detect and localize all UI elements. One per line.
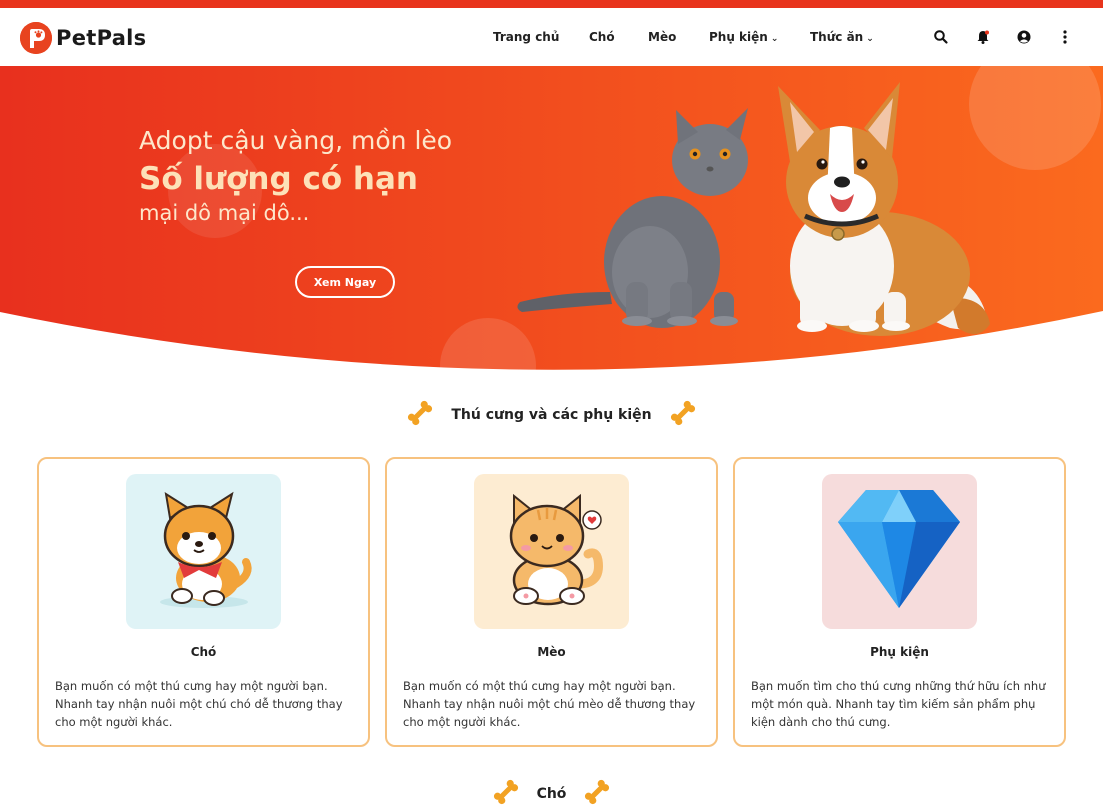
section-title-dogs: Chó	[0, 777, 1103, 810]
section-title-categories: Thú cưng và các phụ kiện	[0, 398, 1103, 432]
nav-item-accessories[interactable]: Phụ kiện ⌄	[709, 30, 778, 44]
nav-item-cats[interactable]: Mèo	[648, 30, 676, 44]
hero-tagline: mại dô mại dô...	[139, 201, 310, 225]
card-title: Phụ kiện	[870, 645, 929, 659]
nav-item-label: Phụ kiện	[709, 30, 768, 44]
card-description: Bạn muốn tìm cho thú cưng những thứ hữu …	[751, 679, 1046, 729]
section-title-text: Chó	[536, 786, 567, 802]
category-card-dogs[interactable]: Chó Bạn muốn có một thú cưng hay một ngư…	[37, 457, 370, 747]
nav-item-home[interactable]: Trang chủ	[493, 30, 559, 44]
bell-icon[interactable]	[975, 29, 991, 45]
diamond-illustration	[822, 474, 977, 629]
hero-background	[0, 66, 1103, 386]
nav-item-label: Mèo	[648, 30, 677, 44]
hero-text: Adopt cậu vàng, mồn lèo Số lượng có hạn …	[139, 126, 452, 225]
search-icon[interactable]	[933, 29, 949, 45]
nav-item-food[interactable]: Thức ăn ⌄	[810, 30, 874, 44]
chevron-down-icon: ⌄	[866, 34, 874, 44]
chevron-down-icon: ⌄	[770, 34, 779, 44]
nav-item-label: Chó	[589, 30, 615, 44]
top-accent-strip	[0, 0, 1103, 8]
view-now-button[interactable]: Xem Ngay	[295, 266, 395, 298]
logo[interactable]: PetPals	[20, 22, 146, 54]
nav-item-label: Thức ăn	[810, 30, 864, 44]
bone-icon	[582, 777, 612, 810]
bone-icon	[668, 398, 698, 432]
brand-name: PetPals	[56, 26, 147, 50]
user-icon[interactable]	[1016, 29, 1032, 45]
card-title: Mèo	[537, 645, 566, 659]
card-title: Chó	[190, 645, 217, 659]
bone-icon	[405, 398, 435, 432]
hero-title: Số lượng có hạn	[139, 161, 418, 197]
dog-illustration	[126, 474, 281, 629]
section-title-text: Thú cưng và các phụ kiện	[451, 407, 652, 423]
card-description: Bạn muốn có một thú cưng hay một người b…	[55, 679, 343, 729]
cat-illustration	[474, 474, 629, 629]
more-vertical-icon[interactable]	[1057, 29, 1073, 45]
header: PetPals Trang chủ Chó Mèo Phụ kiện ⌄ Thức…	[0, 8, 1103, 66]
category-card-accessories[interactable]: Phụ kiện Bạn muốn tìm cho thú cưng những…	[733, 457, 1066, 747]
paw-logo-icon	[20, 22, 52, 54]
nav-item-label: Trang chủ	[493, 30, 560, 44]
category-card-cats[interactable]: Mèo Bạn muốn có một thú cưng hay một ngư…	[385, 457, 718, 747]
nav-item-dogs[interactable]: Chó	[589, 30, 615, 44]
card-description: Bạn muốn có một thú cưng hay một người b…	[403, 679, 696, 729]
hero-banner: Adopt cậu vàng, mồn lèo Số lượng có hạn …	[0, 66, 1103, 386]
bone-icon	[491, 777, 521, 810]
hero-subtitle: Adopt cậu vàng, mồn lèo	[139, 126, 453, 155]
